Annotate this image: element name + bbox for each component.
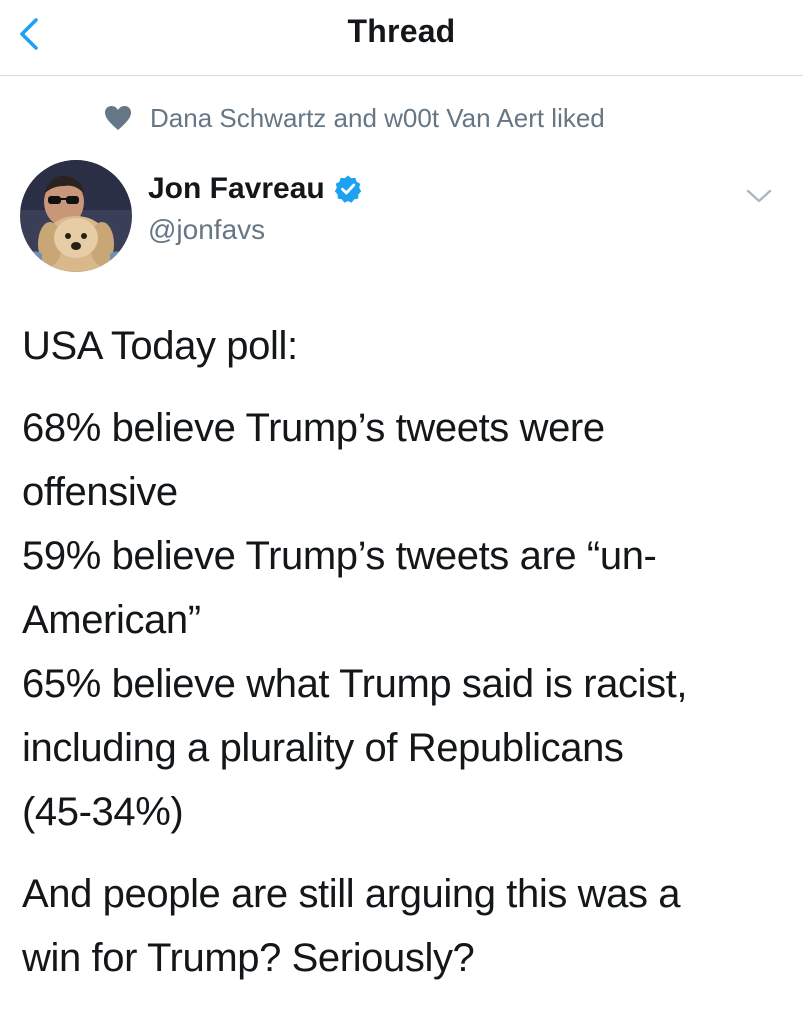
tweet-line: 65% believe what Trump said is racist, [22, 662, 688, 706]
tweet-line: offensive [22, 470, 178, 514]
verified-badge-icon [334, 175, 361, 203]
tweet-line: (45-34%) [22, 790, 184, 834]
author-name: Jon Favreau [148, 172, 325, 205]
page-title: Thread [347, 13, 456, 49]
tweet-paragraph: USA Today poll: [22, 314, 782, 378]
tweet-line: win for Trump? Seriously? [22, 936, 475, 980]
tweet-line: 59% believe Trump’s tweets are “un- [22, 534, 657, 578]
avatar[interactable] [20, 160, 132, 272]
heart-icon [105, 106, 131, 130]
social-context[interactable]: Dana Schwartz and w00t Van Aert liked [104, 100, 605, 136]
tweet-line: 68% believe Trump’s tweets were [22, 406, 605, 450]
author-name-row[interactable]: Jon Favreau [148, 172, 363, 206]
social-context-text: Dana Schwartz and w00t Van Aert liked [150, 102, 605, 133]
tweet-paragraph: 68% believe Trump’s tweets were offensiv… [22, 396, 782, 844]
tweet-text: USA Today poll: 68% believe Trump’s twee… [22, 314, 782, 990]
tweet-line: USA Today poll: [22, 324, 298, 368]
navigation-bar: Thread [0, 0, 803, 76]
chevron-down-icon[interactable] [742, 184, 776, 208]
author-handle[interactable]: @jonfavs [148, 214, 265, 246]
tweet-line: American” [22, 598, 201, 642]
avatar-image [20, 160, 132, 272]
tweet-line: including a plurality of Republicans [22, 726, 624, 770]
tweet-paragraph: And people are still arguing this was a … [22, 862, 782, 990]
tweet-line: And people are still arguing this was a [22, 872, 681, 916]
